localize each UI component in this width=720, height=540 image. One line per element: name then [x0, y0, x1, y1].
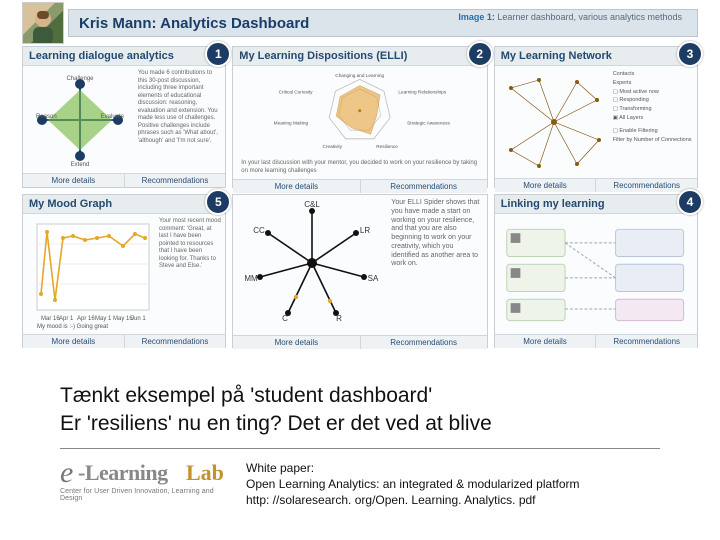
panel-linking: Linking my learning4	[494, 194, 698, 348]
badge-4: 4	[677, 189, 703, 215]
panel-dispositions: My Learning Dispositions (ELLI)2 Changin…	[232, 46, 487, 188]
recommendations-link[interactable]: Recommendations	[595, 179, 697, 192]
more-details-link[interactable]: More details	[495, 179, 596, 192]
more-details-link[interactable]: More details	[495, 335, 596, 348]
dashboard-screenshot: Kris Mann: Analytics Dashboard Image 1: …	[22, 6, 698, 361]
svg-text:Apr 1: Apr 1	[59, 316, 74, 322]
avatar	[22, 2, 64, 44]
svg-text:MM: MM	[245, 274, 259, 283]
panel-5-text: Your ELLI Spider shows that you have mad…	[391, 199, 482, 331]
recommendations-link[interactable]: Recommendations	[595, 335, 697, 348]
panel-1-text: You made 6 contributions to this 30-post…	[138, 70, 221, 169]
panel-4-text: Your most recent mood comment: 'Great, a…	[159, 218, 221, 330]
elearning-lab-logo: e-LearningLab Center for User Driven Inn…	[60, 460, 232, 514]
svg-text:LR: LR	[360, 226, 370, 235]
image-caption: Image 1: Learner dashboard, various anal…	[458, 12, 682, 22]
svg-text:Strategic Awareness: Strategic Awareness	[407, 121, 450, 126]
svg-text:C: C	[282, 314, 288, 323]
svg-text:Mar 16: Mar 16	[41, 316, 60, 322]
svg-text:CC: CC	[254, 226, 266, 235]
recommendations-link[interactable]: Recommendations	[360, 336, 487, 349]
slide-note: Tænkt eksempel på 'student dashboard' Er…	[60, 382, 492, 439]
panel-network: My Learning Network3 ContactsEx	[494, 46, 698, 188]
svg-text:Creativity: Creativity	[323, 144, 343, 149]
panel-elli-spider: C&L LR SA R C MM CC Your ELLI Spider sho…	[232, 194, 487, 348]
axis-e: Evaluate	[101, 114, 125, 120]
svg-text:Apr 16: Apr 16	[77, 316, 95, 322]
recommendations-link[interactable]: Recommendations	[360, 180, 487, 193]
svg-text:May 1: May 1	[95, 316, 112, 322]
more-details-link[interactable]: More details	[233, 180, 359, 193]
svg-text:My mood is :-) Going great: My mood is :-) Going great	[37, 324, 108, 330]
recommendations-link[interactable]: Recommendations	[124, 335, 226, 348]
axis-s: Extend	[71, 162, 90, 168]
axis-n: Challenge	[67, 76, 95, 82]
svg-text:C&L: C&L	[305, 200, 321, 209]
recommendations-link[interactable]: Recommendations	[124, 174, 226, 187]
svg-text:Resilience: Resilience	[377, 144, 399, 149]
svg-text:SA: SA	[368, 274, 379, 283]
badge-2: 2	[467, 41, 493, 67]
badge-5: 5	[205, 189, 231, 215]
svg-text:Changing and Learning: Changing and Learning	[336, 73, 385, 78]
badge-3: 3	[677, 41, 703, 67]
svg-text:Learning Relationships: Learning Relationships	[399, 89, 447, 94]
svg-text:Critical Curiosity: Critical Curiosity	[279, 89, 314, 94]
panel-dialogue-analytics: Learning dialogue analytics1 Challenge R…	[22, 46, 226, 188]
whitepaper-citation: White paper:Open Learning Analytics: an …	[246, 460, 580, 509]
badge-1: 1	[205, 41, 231, 67]
svg-text:Meaning Making: Meaning Making	[274, 121, 309, 126]
axis-w: Reason	[36, 114, 57, 120]
svg-text:Jun 1: Jun 1	[131, 316, 146, 322]
panel-mood-graph: My Mood Graph5 Mar 16 Apr 1 Apr 16 May 1…	[22, 194, 226, 348]
more-details-link[interactable]: More details	[233, 336, 359, 349]
more-details-link[interactable]: More details	[23, 174, 124, 187]
svg-text:R: R	[336, 314, 342, 323]
panel-2-caption: In your last discussion with your mentor…	[237, 160, 482, 175]
more-details-link[interactable]: More details	[23, 335, 124, 348]
divider	[60, 448, 660, 449]
